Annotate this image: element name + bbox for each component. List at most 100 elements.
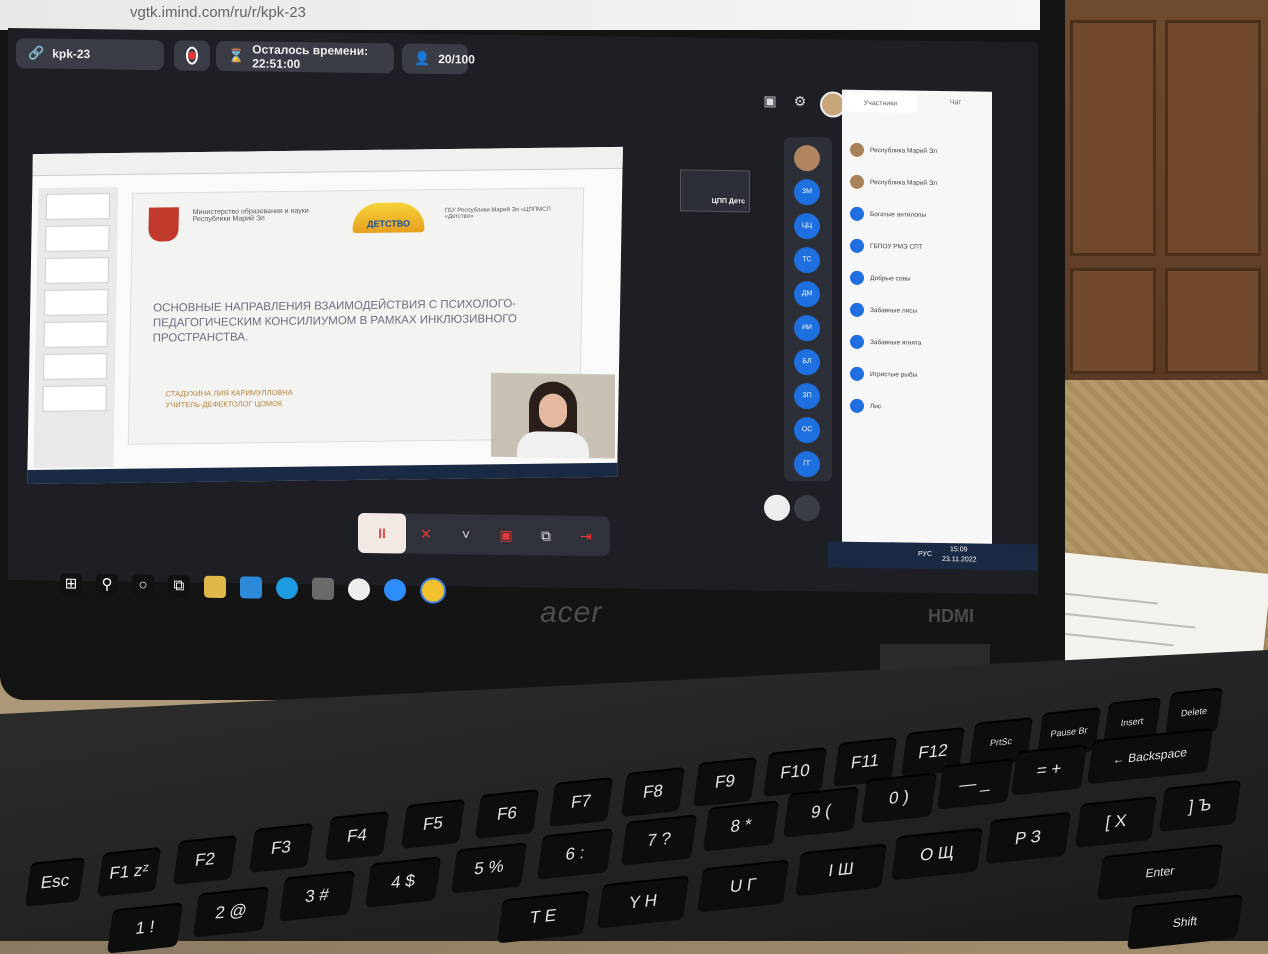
yandex-icon[interactable] — [348, 578, 370, 601]
url-text[interactable]: vgtk.imind.com/ru/r/kpk-23 — [130, 4, 306, 21]
tab-participants[interactable]: Участники — [844, 91, 917, 113]
settings-sliders-icon[interactable]: ⚙ — [790, 91, 810, 111]
participants-count-pill[interactable]: 👤 20/100 — [402, 43, 475, 75]
person-icon: 👤 — [414, 50, 431, 66]
avatar[interactable]: ИИ — [794, 314, 820, 342]
participant-name: Республика Марий Эл — [870, 146, 938, 155]
time-left-pill: ⌛ Осталось времени: 22:51:00 — [216, 40, 394, 74]
hdmi-label: HDMI — [928, 606, 974, 626]
search-icon[interactable]: ⚲ — [96, 573, 118, 597]
laptop-brand-logo: acer — [540, 596, 603, 629]
key-f1[interactable]: F1 zᶻ — [96, 846, 162, 898]
meeting-topbar: 🔗 kpk-23 ⌛ Осталось времени: 22:51:00 👤 … — [8, 38, 848, 86]
key-4[interactable]: 4 $ — [364, 856, 442, 908]
wooden-cabinet — [1060, 0, 1268, 380]
zoom-icon[interactable] — [384, 578, 406, 602]
avatar — [850, 366, 864, 381]
avatar[interactable]: ЦЦ — [794, 212, 820, 240]
key-6[interactable]: 6 : — [536, 828, 614, 880]
key-7[interactable]: 7 ? — [620, 814, 698, 866]
task-view-icon[interactable]: ⧉ — [168, 575, 190, 598]
list-item[interactable]: Забавные ягнята — [842, 326, 992, 360]
presenter-info: СТАДУХИНА ЛИЯ КАРИМУЛЛОВНА УЧИТЕЛЬ-ДЕФЕК… — [165, 388, 292, 411]
list-item[interactable]: Забавные лисы — [842, 294, 992, 328]
key-p[interactable]: P З — [984, 811, 1072, 865]
room-name: kpk-23 — [52, 46, 91, 62]
person-icon[interactable] — [764, 494, 790, 521]
avatar — [850, 334, 864, 349]
key-f3[interactable]: F3 — [248, 822, 314, 874]
chrome-icon[interactable] — [420, 577, 446, 604]
key-f4[interactable]: F4 — [324, 810, 390, 862]
key-f8[interactable]: F8 — [620, 766, 686, 818]
key-5[interactable]: 5 % — [450, 842, 528, 894]
key-3[interactable]: 3 # — [278, 870, 356, 922]
avatar[interactable]: ДМ — [794, 280, 820, 308]
key-esc[interactable]: Esc — [24, 857, 86, 907]
list-item[interactable]: Игристые рыбы — [842, 358, 992, 392]
mic-muted-icon[interactable]: ✕ — [406, 525, 446, 543]
avatar[interactable]: БЛ — [794, 348, 820, 376]
avatar[interactable]: ЗП — [794, 382, 820, 410]
list-item[interactable]: Республика Марий Эл — [842, 134, 992, 168]
cortana-icon[interactable]: ○ — [132, 574, 154, 597]
record-button[interactable] — [174, 40, 210, 71]
mail-icon[interactable] — [240, 576, 262, 599]
file-explorer-icon[interactable] — [204, 575, 226, 599]
screen-share-icon[interactable]: ⧉ — [526, 527, 566, 545]
list-item[interactable]: Богатые антилопы — [842, 198, 992, 232]
avatar[interactable]: ГГ — [794, 450, 820, 478]
camera-off-icon[interactable]: ▣ — [486, 526, 526, 544]
avatar[interactable]: ОС — [794, 416, 820, 444]
key-equals[interactable]: = + — [1010, 744, 1088, 796]
lang-indicator[interactable]: РУС — [918, 551, 932, 558]
list-item[interactable]: Лис — [842, 390, 992, 424]
hourglass-icon: ⌛ — [228, 48, 245, 64]
leave-call-icon[interactable]: ⇥ — [566, 527, 606, 545]
chevron-down-icon[interactable]: ˅ — [446, 526, 486, 543]
browser-address-bar[interactable]: vgtk.imind.com/ru/r/kpk-23 — [0, 0, 1040, 30]
key-f9[interactable]: F9 — [692, 756, 758, 808]
avatar[interactable]: ТС — [794, 246, 820, 274]
key-0[interactable]: 0 ) — [860, 772, 938, 824]
room-name-pill[interactable]: 🔗 kpk-23 — [16, 38, 164, 71]
powerpoint-menu — [32, 146, 623, 177]
store-icon[interactable] — [312, 577, 334, 600]
key-f5[interactable]: F5 — [400, 798, 466, 850]
participant-name: Богатые антилопы — [870, 210, 927, 219]
key-bracket-left[interactable]: [ Х — [1074, 796, 1158, 848]
avatar — [850, 174, 864, 189]
avatar[interactable] — [794, 144, 820, 172]
participant-thumbnail[interactable]: ЦПП Детс — [680, 169, 750, 213]
key-f6[interactable]: F6 — [474, 788, 540, 840]
windows-taskbar: ⊞ ⚲ ○ ⧉ — [60, 564, 500, 612]
org-text: ГБУ Республики Марий Эл «ЦППМСП «Детство… — [444, 206, 551, 221]
list-item[interactable]: Республика Марий Эл — [842, 166, 992, 200]
key-f10[interactable]: F10 — [762, 746, 828, 798]
key-1[interactable]: 1 ! — [106, 902, 184, 954]
layout-icon[interactable]: ▣ — [760, 91, 780, 111]
participant-name: Забавные ягнята — [870, 338, 922, 347]
windows-start-icon[interactable]: ⊞ — [60, 573, 82, 596]
key-8[interactable]: 8 * — [702, 800, 780, 852]
key-f2[interactable]: F2 — [172, 834, 238, 886]
participant-name: Забавные лисы — [870, 306, 918, 315]
pause-button[interactable]: II — [358, 512, 406, 554]
tab-chat[interactable]: Чат — [919, 91, 992, 116]
avatar[interactable]: ЗМ — [794, 178, 820, 206]
key-2[interactable]: 2 @ — [192, 886, 270, 938]
participant-name: Республика Марий Эл — [870, 178, 938, 187]
key-minus[interactable]: — _ — [936, 758, 1014, 810]
chat-icon[interactable] — [794, 494, 820, 522]
presenter-camera — [491, 372, 615, 459]
avatar — [850, 270, 864, 285]
avatar — [850, 206, 864, 221]
list-item[interactable]: Добрые совы — [842, 262, 992, 296]
list-item[interactable]: ГБПОУ РМЭ СПТ — [842, 230, 992, 264]
key-f7[interactable]: F7 — [548, 776, 614, 828]
key-bracket-right[interactable]: ] Ъ — [1158, 780, 1242, 832]
edge-icon[interactable] — [276, 576, 298, 600]
participant-name: Игристые рыбы — [870, 370, 918, 379]
shared-taskbar — [27, 462, 618, 484]
key-9[interactable]: 9 ( — [782, 786, 860, 838]
